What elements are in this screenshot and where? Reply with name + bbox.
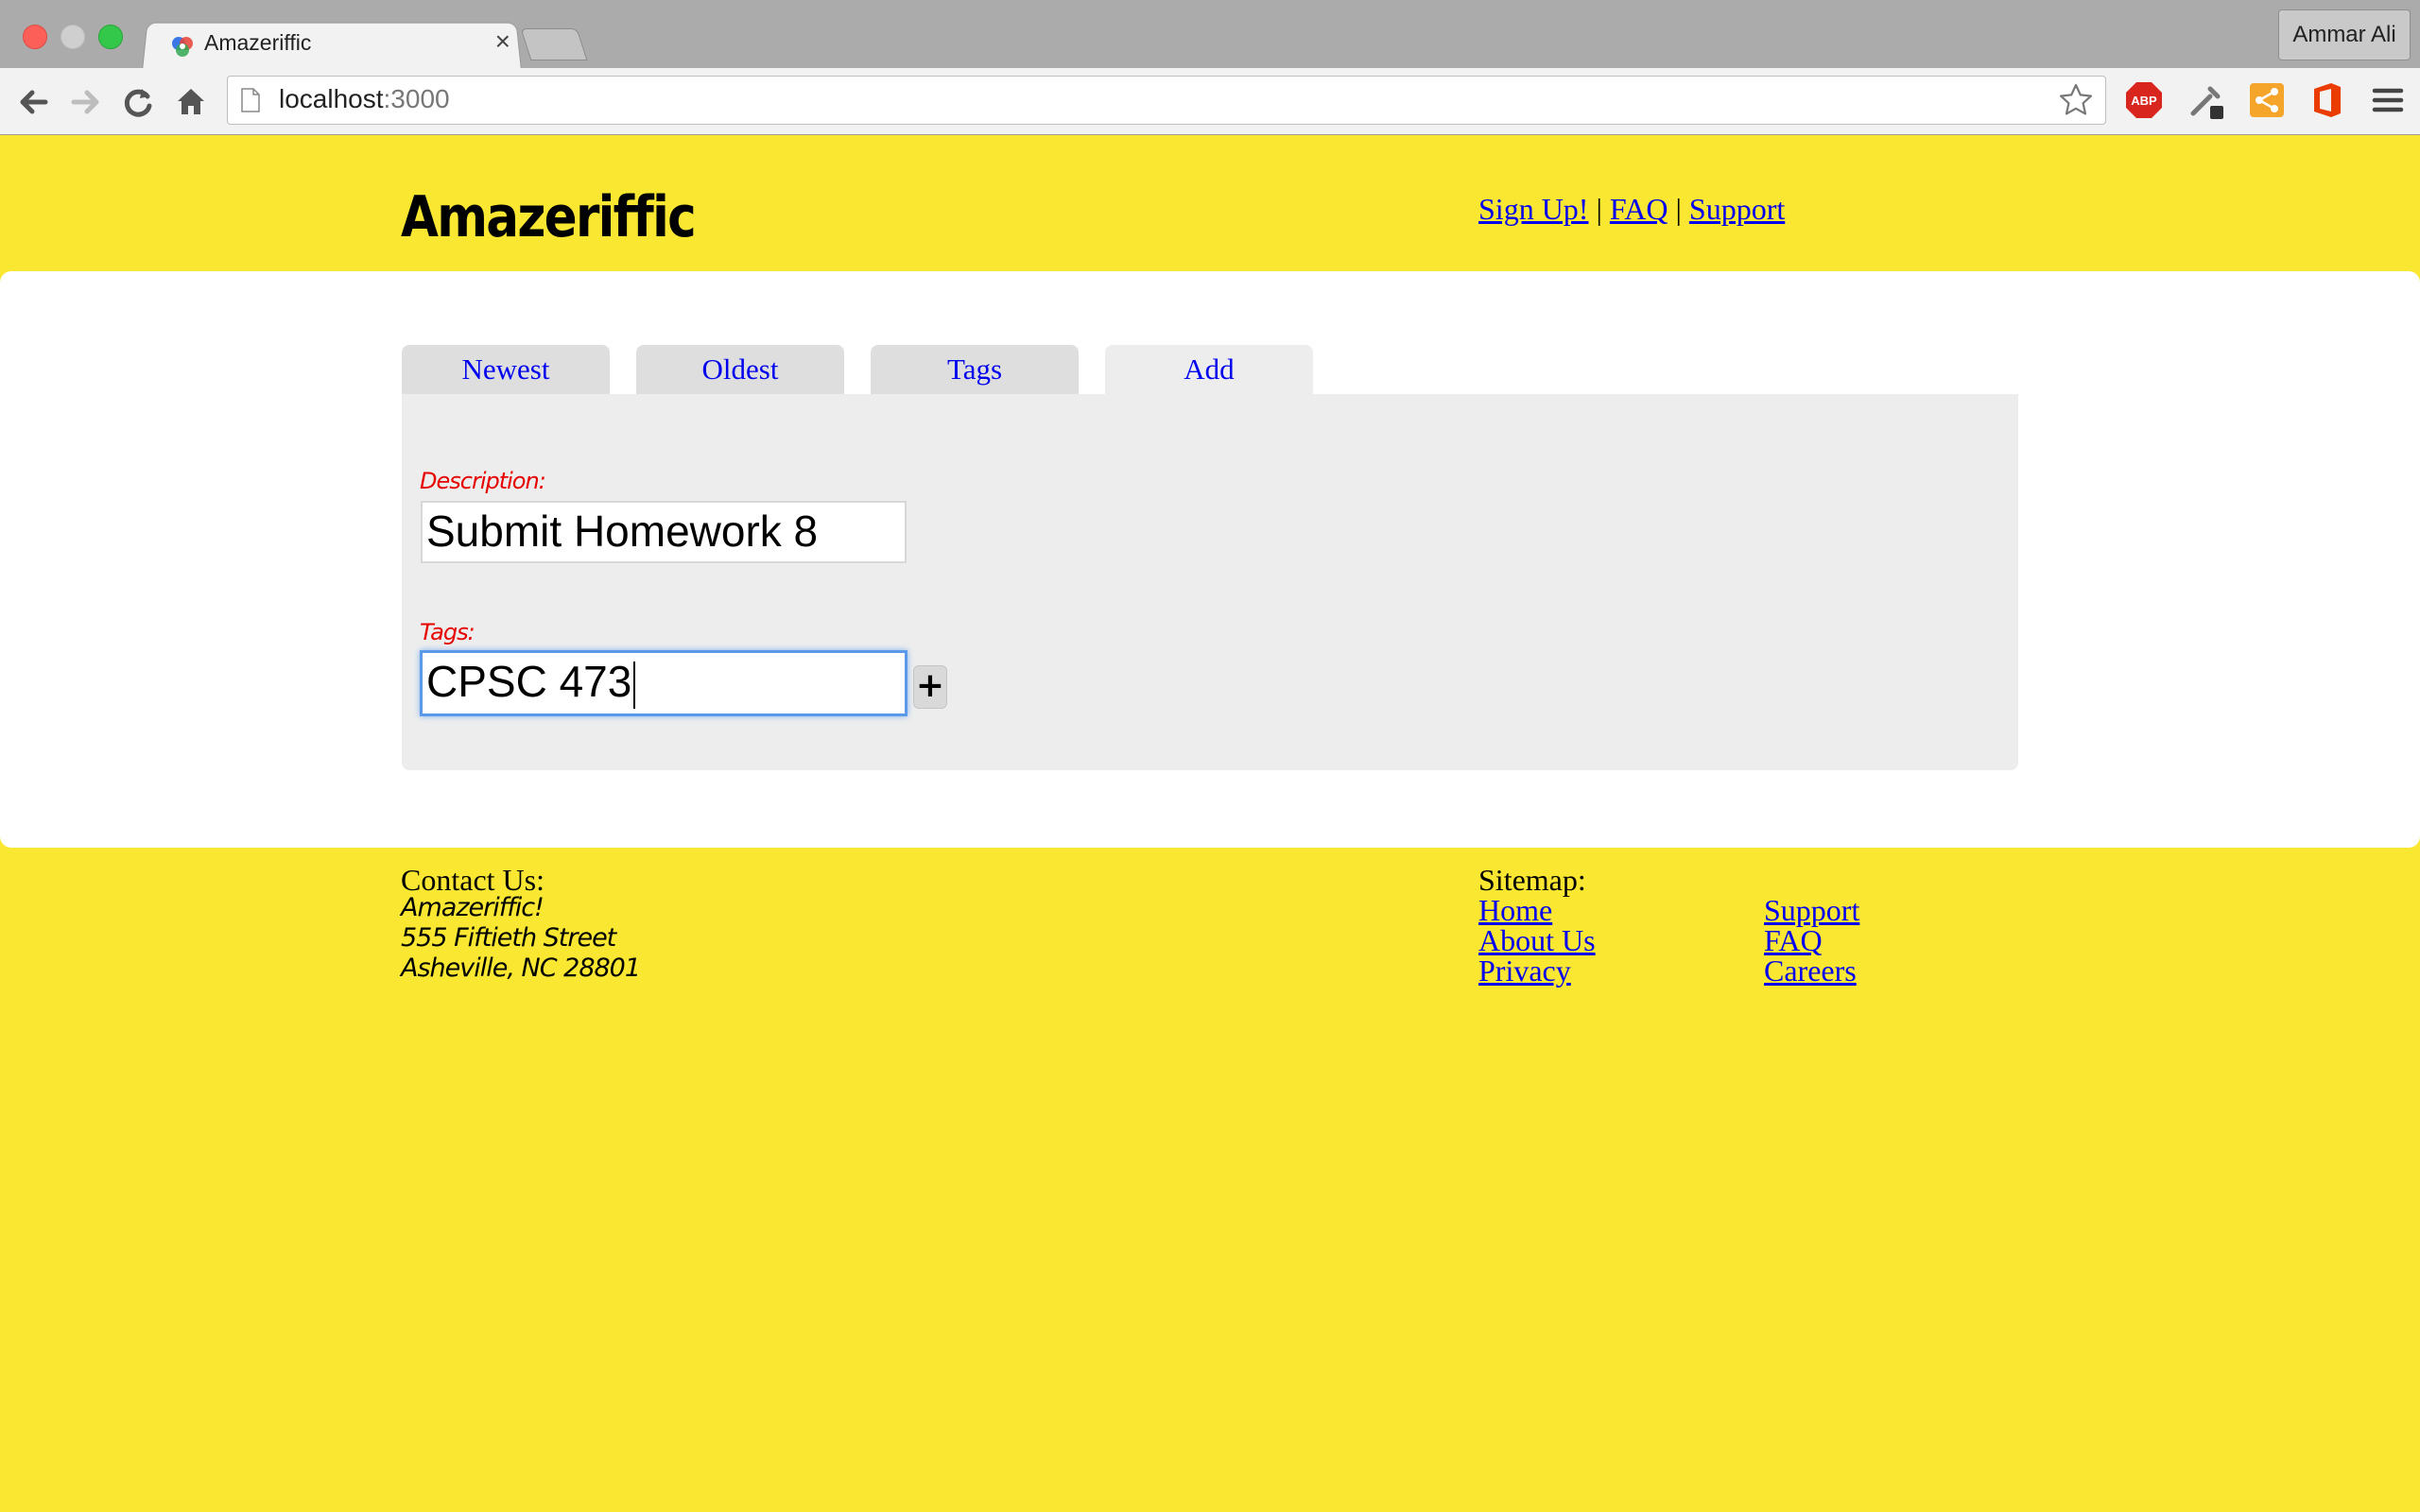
window-minimize-button[interactable] [60, 25, 85, 49]
tab-oldest[interactable]: Oldest [636, 345, 844, 394]
profile-button[interactable]: Ammar Ali [2278, 9, 2411, 60]
site-title: Amazeriffic [401, 184, 697, 250]
description-input[interactable]: Submit Homework 8 [421, 501, 907, 563]
link-separator: | [1675, 192, 1682, 226]
url-text[interactable]: localhost:3000 [279, 84, 450, 114]
bookmark-star-icon[interactable] [2058, 82, 2094, 118]
tags-input[interactable]: CPSC 473 [420, 650, 908, 716]
forward-icon[interactable] [64, 81, 106, 123]
sitemap-privacy-link[interactable]: Privacy [1478, 954, 1571, 988]
menu-icon[interactable] [2367, 79, 2409, 121]
link-separator: | [1596, 192, 1602, 226]
description-label: Description: [420, 468, 546, 494]
tags-label: Tags: [420, 619, 475, 645]
home-icon[interactable] [170, 81, 212, 123]
url-port: :3000 [383, 84, 450, 113]
add-tag-button[interactable]: + [913, 665, 947, 709]
adblock-icon[interactable]: ABP [2123, 79, 2165, 121]
browser-chrome: Amazeriffic × Ammar Ali localhost:3000 A… [0, 0, 2420, 135]
back-icon[interactable] [13, 81, 55, 123]
share-extension-icon[interactable] [2246, 79, 2288, 121]
contact-line: Amazeriffic! [401, 893, 544, 922]
new-tab-button[interactable] [520, 28, 588, 60]
url-host: localhost [279, 84, 384, 113]
eyedropper-icon[interactable] [2186, 79, 2227, 121]
browser-tab-title: Amazeriffic [204, 30, 312, 55]
tab-newest[interactable]: Newest [402, 345, 610, 394]
browser-tab-content[interactable]: Amazeriffic × [170, 26, 510, 64]
sitemap-careers-link[interactable]: Careers [1764, 954, 1857, 988]
office-icon[interactable] [2307, 79, 2348, 121]
contact-line: 555 Fiftieth Street [401, 923, 616, 953]
tab-tags[interactable]: Tags [871, 345, 1079, 394]
tab-strip: Amazeriffic × Ammar Ali [0, 0, 2420, 72]
svg-text:ABP: ABP [2131, 94, 2157, 108]
window-maximize-button[interactable] [98, 25, 123, 49]
favicon-icon [172, 37, 193, 57]
tab-close-icon[interactable]: × [495, 28, 510, 55]
tab-add[interactable]: Add [1105, 345, 1313, 394]
page-icon [241, 88, 260, 112]
header-links: Sign Up! | FAQ | Support [1478, 192, 1785, 227]
browser-toolbar: localhost:3000 ABP [0, 68, 2420, 135]
address-bar[interactable]: localhost:3000 [227, 76, 2106, 125]
reload-icon[interactable] [117, 81, 159, 123]
tags-input-value: CPSC 473 [426, 657, 632, 706]
window-close-button[interactable] [23, 25, 47, 49]
faq-link[interactable]: FAQ [1610, 192, 1668, 226]
support-link[interactable]: Support [1689, 192, 1785, 226]
page-body: Amazeriffic Sign Up! | FAQ | Support New… [0, 135, 2420, 1512]
text-caret [633, 661, 636, 709]
contact-line: Asheville, NC 28801 [401, 954, 641, 983]
signup-link[interactable]: Sign Up! [1478, 192, 1588, 226]
